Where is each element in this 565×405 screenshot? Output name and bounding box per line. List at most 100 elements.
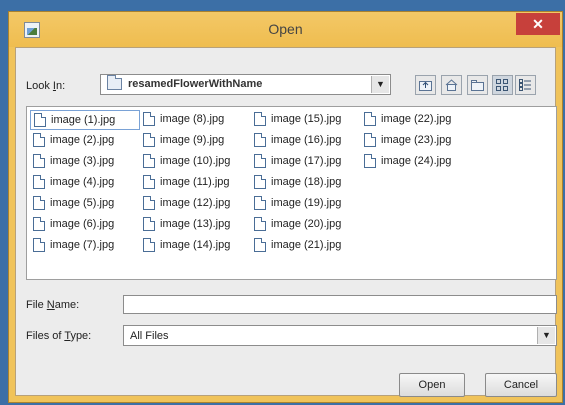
file-name: image (19).jpg [271,197,342,209]
file-name: image (23).jpg [381,134,452,146]
file-item[interactable]: image (12).jpg [140,194,250,214]
open-dialog: Open ✕ Look In: resamedFlowerWithName ▼ … [8,11,563,403]
window-title: Open [268,21,303,37]
file-icon [254,238,266,252]
file-name: image (14).jpg [160,239,231,251]
file-icon [143,133,155,147]
look-in-value: resamedFlowerWithName [128,78,263,90]
file-item[interactable]: image (8).jpg [140,110,250,130]
file-icon [254,175,266,189]
file-list[interactable]: image (1).jpg image (2).jpg image (3).jpg i… [26,106,557,280]
file-name: image (11).jpg [160,176,230,188]
file-icon [143,175,155,189]
up-one-level-button[interactable] [415,75,436,95]
file-name: image (13).jpg [160,218,231,230]
file-item[interactable]: image (1).jpg [30,110,140,130]
file-icon [254,196,266,210]
file-item[interactable]: image (13).jpg [140,215,250,235]
file-item[interactable]: image (4).jpg [30,173,140,193]
file-name: image (17).jpg [271,155,342,167]
file-icon [143,112,155,126]
file-item[interactable]: image (22).jpg [361,110,471,130]
up-folder-icon [419,81,432,91]
file-icon [33,133,45,147]
file-item[interactable]: image (11).jpg [140,173,250,193]
file-icon [34,113,46,127]
file-item[interactable]: image (10).jpg [140,152,250,172]
file-item[interactable]: image (2).jpg [30,131,140,151]
file-item[interactable]: image (5).jpg [30,194,140,214]
chevron-down-icon[interactable]: ▼ [537,327,555,344]
details-view-button[interactable] [515,75,536,95]
file-item[interactable]: image (16).jpg [251,131,361,151]
file-name: image (15).jpg [271,113,342,125]
file-item[interactable]: image (6).jpg [30,215,140,235]
file-icon [364,112,376,126]
file-item[interactable]: image (19).jpg [251,194,361,214]
file-name: image (2).jpg [50,134,115,146]
file-item[interactable]: image (15).jpg [251,110,361,130]
home-button[interactable] [441,75,462,95]
file-item[interactable]: image (14).jpg [140,236,250,256]
file-name: image (5).jpg [50,197,115,209]
file-icon [254,112,266,126]
file-name: image (1).jpg [51,114,116,126]
file-icon [33,196,45,210]
cancel-button[interactable]: Cancel [485,373,557,397]
file-icon [33,175,45,189]
file-item[interactable]: image (7).jpg [30,236,140,256]
file-name: image (4).jpg [50,176,115,188]
look-in-label: Look In: [26,80,66,92]
file-item[interactable]: image (24).jpg [361,152,471,172]
folder-icon [107,75,122,90]
file-name: image (8).jpg [160,113,225,125]
list-view-button[interactable] [492,75,513,95]
file-icon [143,238,155,252]
file-item[interactable]: image (20).jpg [251,215,361,235]
file-icon [254,154,266,168]
file-item[interactable]: image (3).jpg [30,152,140,172]
file-name: image (12).jpg [160,197,231,209]
file-name: image (18).jpg [271,176,342,188]
file-icon [33,154,45,168]
look-in-combo[interactable]: resamedFlowerWithName ▼ [100,74,391,95]
file-name-label: File Name: [26,299,80,311]
file-icon [254,217,266,231]
file-icon [254,133,266,147]
open-button[interactable]: Open [399,373,465,397]
file-name-input[interactable] [123,295,557,314]
list-view-icon [496,79,508,91]
file-item[interactable]: image (9).jpg [140,131,250,151]
file-icon [364,154,376,168]
file-icon [33,238,45,252]
file-name: image (10).jpg [160,155,231,167]
file-icon [143,154,155,168]
file-item[interactable]: image (17).jpg [251,152,361,172]
file-type-combo[interactable]: All Files ▼ [123,325,557,346]
file-item[interactable]: image (21).jpg [251,236,361,256]
new-folder-icon [471,80,484,91]
file-name: image (20).jpg [271,218,342,230]
file-name: image (24).jpg [381,155,452,167]
file-item[interactable]: image (23).jpg [361,131,471,151]
file-name: image (22).jpg [381,113,452,125]
title-bar[interactable]: Open ✕ [9,12,562,47]
home-icon [445,79,458,91]
new-folder-button[interactable] [467,75,488,95]
details-view-icon [519,79,531,91]
file-type-value: All Files [130,330,169,342]
file-icon [33,217,45,231]
file-name: image (6).jpg [50,218,115,230]
chevron-down-icon[interactable]: ▼ [371,76,389,93]
file-name: image (21).jpg [271,239,342,251]
file-icon [143,196,155,210]
close-button[interactable]: ✕ [516,13,560,35]
file-name: image (7).jpg [50,239,115,251]
dialog-body: Look In: resamedFlowerWithName ▼ image (… [15,47,557,397]
file-name: image (9).jpg [160,134,225,146]
file-icon [364,133,376,147]
file-name: image (3).jpg [50,155,115,167]
file-item[interactable]: image (18).jpg [251,173,361,193]
file-name: image (16).jpg [271,134,342,146]
file-icon [143,217,155,231]
